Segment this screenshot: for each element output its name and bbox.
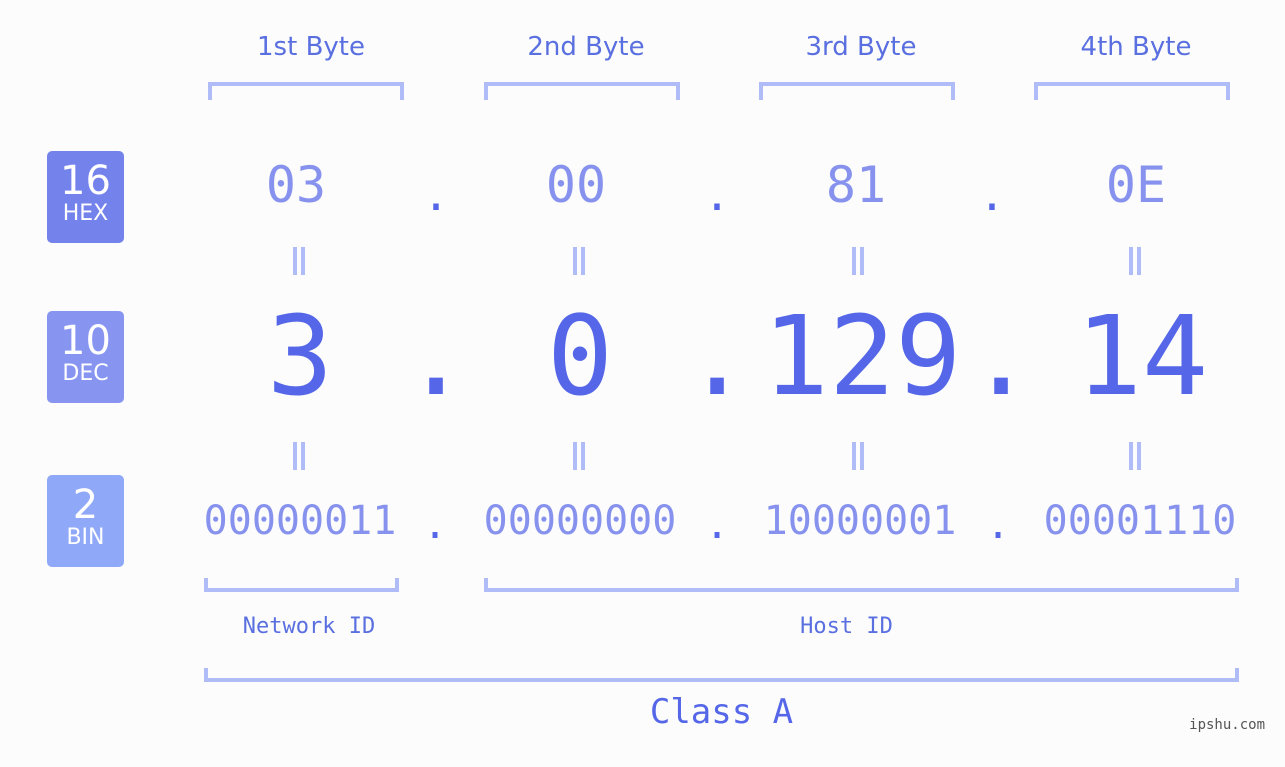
equals-icon	[573, 247, 585, 275]
equals-icon	[573, 442, 585, 470]
hex-value-1: 03	[265, 156, 327, 214]
equals-icon	[1129, 442, 1141, 470]
host-id-label: Host ID	[800, 614, 893, 639]
dec-value-3: 129	[762, 292, 962, 420]
hex-label: HEX	[62, 201, 109, 226]
dec-dot-3: .	[968, 292, 1035, 420]
byte-bracket-1	[208, 82, 404, 100]
dec-value-1: 3	[266, 292, 334, 420]
bin-value-2: 00000000	[483, 498, 677, 544]
dec-value-4: 14	[1075, 292, 1209, 420]
equals-icon	[293, 442, 305, 470]
byte-bracket-2	[484, 82, 680, 100]
bin-dot-2: .	[704, 502, 730, 548]
bin-value-3: 10000001	[763, 498, 957, 544]
hex-value-2: 00	[545, 156, 607, 214]
hex-value-4: 0E	[1105, 156, 1167, 214]
equals-icon	[293, 247, 305, 275]
dec-dot-1: .	[403, 292, 470, 420]
bin-dot-3: .	[985, 502, 1011, 548]
hex-base: 16	[60, 158, 111, 204]
equals-icon	[1129, 247, 1141, 275]
byte-bracket-3	[759, 82, 955, 100]
byte-header-4: 4th Byte	[1080, 32, 1192, 62]
host-id-bracket	[484, 578, 1239, 592]
hex-dot-1: .	[422, 170, 450, 221]
dec-base: 10	[60, 318, 111, 364]
class-bracket	[204, 668, 1239, 682]
byte-bracket-4	[1034, 82, 1230, 100]
byte-header-1: 1st Byte	[257, 32, 365, 62]
hex-value-3: 81	[825, 156, 887, 214]
bin-base: 2	[72, 482, 99, 528]
dec-value-2: 0	[546, 292, 614, 420]
bin-value-1: 00000011	[203, 498, 397, 544]
network-id-label: Network ID	[242, 614, 376, 639]
dec-dot-2: .	[684, 292, 751, 420]
bin-badge: 2 BIN	[47, 475, 124, 567]
hex-badge: 16 HEX	[47, 151, 124, 243]
watermark: ipshu.com	[1189, 717, 1265, 733]
byte-header-2: 2nd Byte	[527, 32, 645, 62]
network-id-bracket	[204, 578, 399, 592]
bin-dot-1: .	[422, 502, 448, 548]
equals-icon	[852, 442, 864, 470]
hex-dot-3: .	[978, 170, 1006, 221]
equals-icon	[852, 247, 864, 275]
bin-label: BIN	[66, 525, 105, 550]
dec-badge: 10 DEC	[47, 311, 124, 403]
byte-header-3: 3rd Byte	[805, 32, 917, 62]
hex-dot-2: .	[703, 170, 731, 221]
class-label: Class A	[649, 692, 794, 732]
bin-value-4: 00001110	[1043, 498, 1237, 544]
dec-label: DEC	[62, 361, 109, 386]
